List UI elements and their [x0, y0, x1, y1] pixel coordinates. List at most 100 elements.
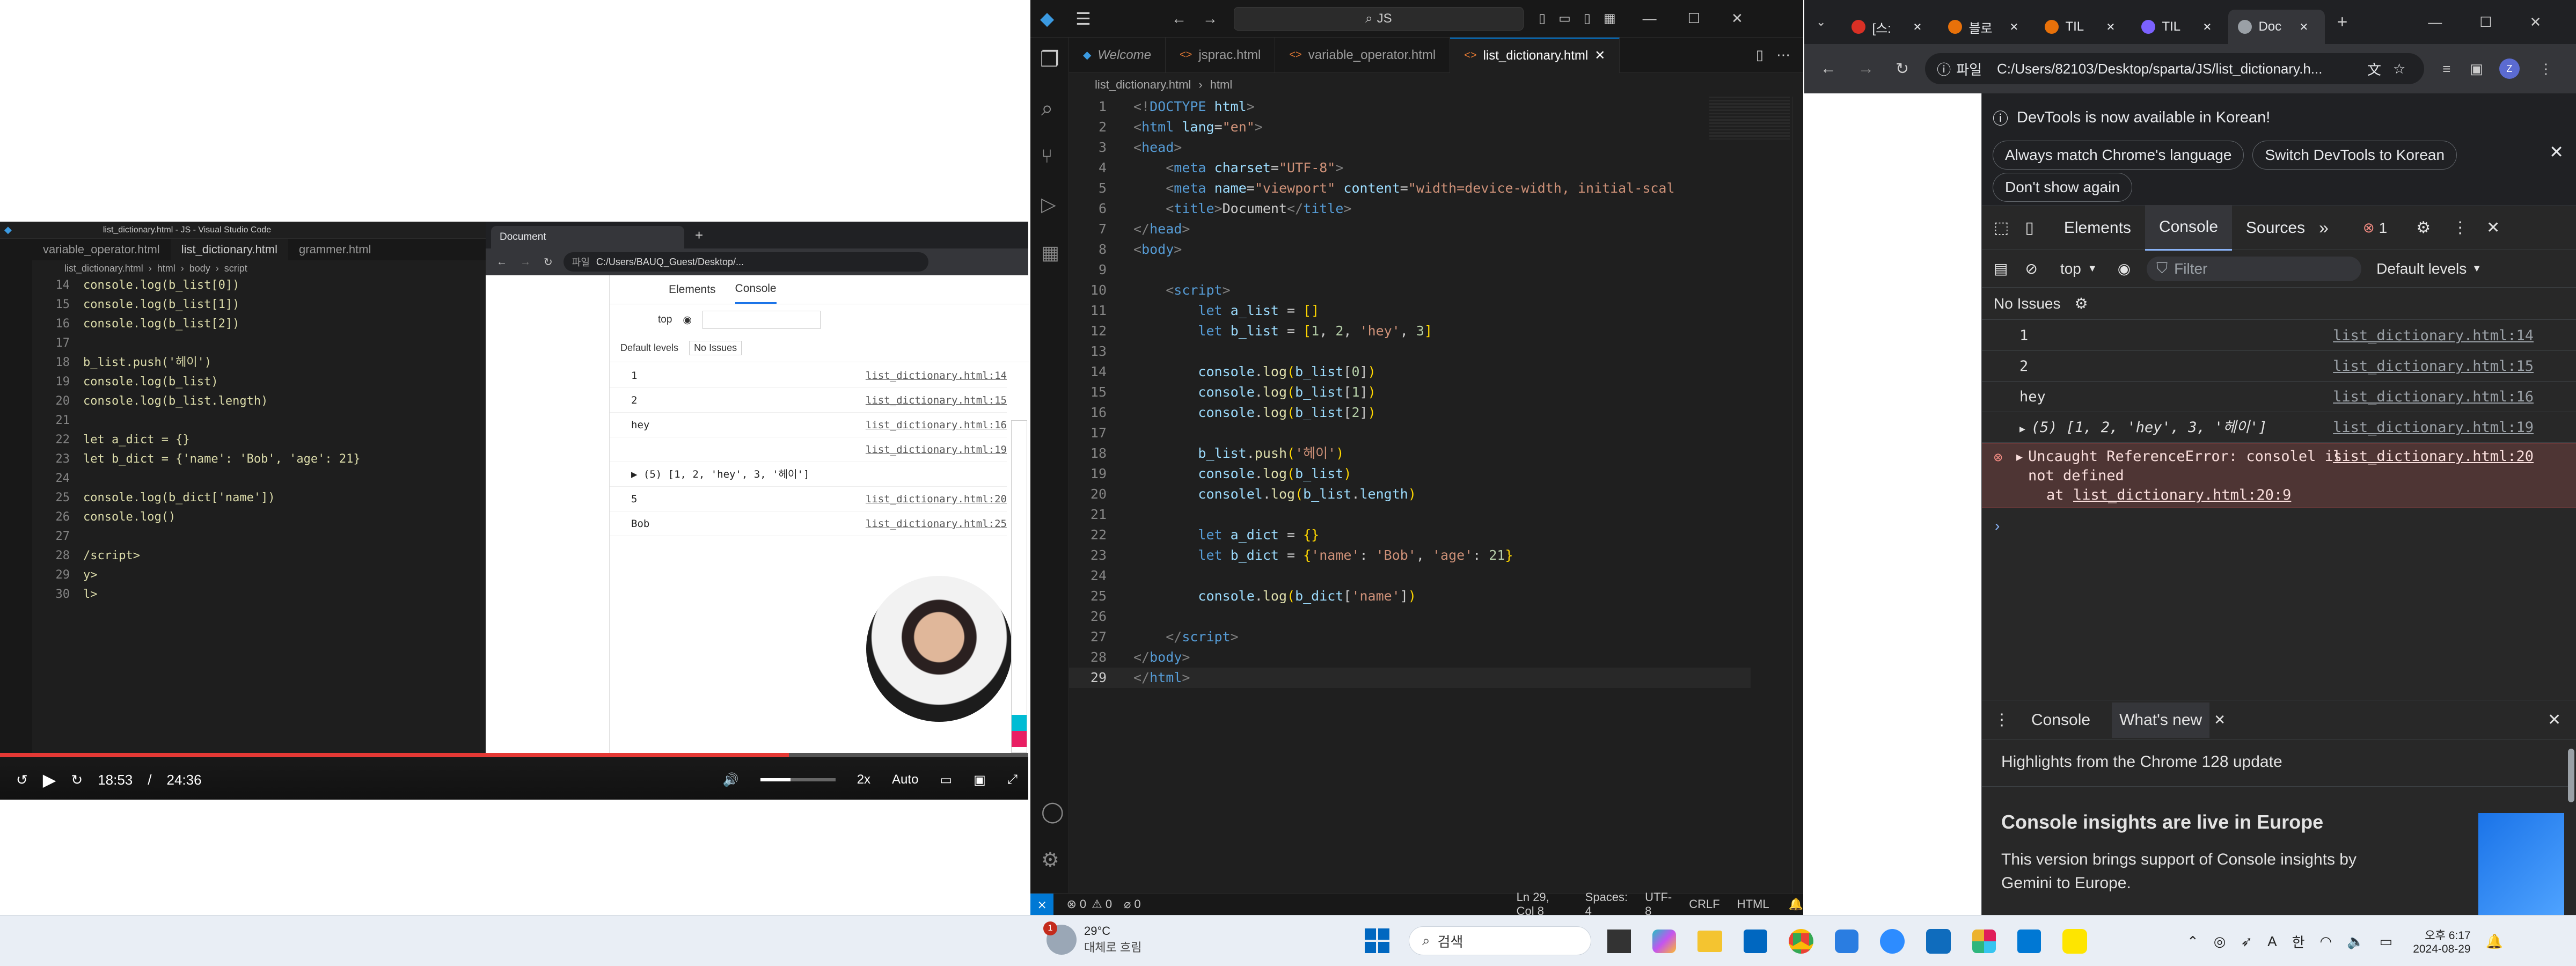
toggle-sidebar-icon[interactable]: ▯ [1539, 11, 1546, 26]
devtools-settings-icon[interactable]: ⚙ [2416, 218, 2431, 237]
file-explorer-icon[interactable] [1697, 931, 1722, 952]
console-source-link[interactable]: list_dictionary.html:16 [2333, 382, 2534, 412]
browser-tab[interactable]: TIL ✕ [2132, 10, 2228, 44]
video-code-editor[interactable]: 14 console.log(b_list[0]) 15 console.log(b_… [32, 275, 486, 737]
profile-avatar[interactable]: Z [2499, 58, 2520, 79]
console-prompt-icon[interactable]: › [1995, 517, 2000, 535]
close-tab-icon[interactable]: ✕ [2299, 20, 2308, 34]
vscode-code-editor[interactable]: 1 <!DOCTYPE html> 2 <html lang="en"> 3 <head>… [1069, 97, 1751, 688]
translate-icon[interactable]: 文 [2367, 59, 2381, 79]
error-stack-link[interactable]: list_dictionary.html:20:9 [2073, 487, 2291, 503]
console-source-link[interactable]: list_dictionary.html:25 [866, 511, 1007, 536]
language-mode[interactable]: HTML [1737, 897, 1769, 911]
encoding[interactable]: UTF-8 [1645, 890, 1672, 918]
subtitles-icon[interactable]: ▭ [940, 772, 952, 788]
volume-icon[interactable]: 🔊 [723, 772, 739, 788]
error-count-icon[interactable]: ⊗ [2363, 219, 2375, 236]
extensions-icon[interactable]: ▦ [1041, 241, 1059, 264]
zoom-icon[interactable] [1880, 929, 1905, 954]
slack-icon[interactable] [1972, 930, 1996, 953]
forward-icon[interactable]: → [520, 256, 531, 268]
devtools-tab-elements[interactable]: Elements [669, 283, 716, 296]
devtools-tab-console[interactable]: Console [735, 275, 777, 304]
close-tab-icon[interactable]: ✕ [1594, 48, 1605, 63]
tab-group-icon[interactable]: ▣ [2470, 61, 2483, 77]
annotation-toolbar[interactable] [1011, 420, 1027, 753]
browser-tab[interactable]: Doc ✕ [2228, 10, 2325, 44]
levels-select[interactable]: Default levels [620, 342, 678, 354]
browser-tab[interactable]: 블로 ✕ [1938, 10, 2035, 44]
kakaotalk-icon[interactable] [2062, 929, 2087, 954]
back-icon[interactable]: ← [1820, 60, 1836, 78]
notification-icon[interactable]: 🔔 [2486, 933, 2503, 950]
ports-count[interactable]: 0 [1134, 897, 1140, 911]
always-match-language-button[interactable]: Always match Chrome's language [1993, 141, 2244, 170]
video-tab[interactable]: variable_operator.html [32, 243, 171, 257]
browser-tab[interactable]: TIL ✕ [2035, 10, 2132, 44]
speaker-icon[interactable]: 🔈 [2347, 933, 2364, 950]
reload-icon[interactable]: ↻ [544, 255, 553, 269]
console-settings-icon[interactable]: ⚙ [2075, 295, 2088, 312]
account-icon[interactable]: ◯ [1041, 800, 1064, 824]
close-whats-new-icon[interactable]: ✕ [2214, 712, 2226, 728]
explorer-icon[interactable]: ❐ [1040, 47, 1059, 72]
drawer-menu-icon[interactable]: ⋮ [1994, 711, 2010, 729]
toggle-panel-icon[interactable]: ▭ [1558, 11, 1571, 26]
wifi-icon[interactable]: ◠ [2320, 933, 2332, 950]
console-source-link[interactable]: list_dictionary.html:20 [866, 487, 1007, 511]
speed-button[interactable]: 2x [857, 772, 870, 787]
expand-arrow-icon[interactable]: ▶ [2016, 450, 2023, 463]
devtools-tab-console[interactable]: Console [2145, 205, 2233, 251]
settings-gear-icon[interactable]: ⚙ [1041, 848, 1059, 872]
reload-icon[interactable]: ↻ [1896, 60, 1909, 78]
console-source-link[interactable]: list_dictionary.html:15 [866, 388, 1007, 413]
weather-widget[interactable]: 1 29°C 대체로 흐림 [1043, 921, 1141, 955]
console-source-link[interactable]: list_dictionary.html:14 [2333, 321, 2534, 351]
store-icon[interactable] [1744, 930, 1767, 953]
close-icon[interactable]: ✕ [2530, 14, 2542, 31]
close-tab-icon[interactable]: ✕ [2202, 20, 2212, 34]
expand-arrow-icon[interactable]: ▶ [2019, 423, 2031, 435]
fullscreen-icon[interactable]: ⤢ [1007, 772, 1018, 787]
new-tab-icon[interactable]: + [695, 227, 703, 244]
omnibox[interactable]: ⓘ 파일 C:/Users/82103/Desktop/sparta/JS/li… [1925, 53, 2425, 84]
filter-input[interactable] [702, 311, 821, 329]
notifications-bell-icon[interactable]: 🔔 [1789, 897, 1803, 911]
chrome-menu-icon[interactable]: ⋮ [2539, 61, 2553, 77]
crumb[interactable]: list_dictionary.html [64, 263, 143, 274]
minimize-icon[interactable]: — [2428, 14, 2442, 31]
tab-search-icon[interactable]: ⌄ [1816, 15, 1826, 29]
line-ending[interactable]: CRLF [1689, 897, 1719, 911]
battery-icon[interactable]: ▭ [2380, 933, 2393, 950]
breadcrumb-file[interactable]: list_dictionary.html [1095, 78, 1191, 92]
forward-icon[interactable]: → [1858, 60, 1874, 78]
start-button-icon[interactable] [1365, 928, 1389, 953]
console-source-link[interactable]: list_dictionary.html:19 [2333, 413, 2534, 443]
rewind-10-icon[interactable]: ↺ [16, 772, 28, 788]
devtools-tab-elements[interactable]: Elements [2050, 219, 2145, 237]
close-icon[interactable]: ✕ [1731, 10, 1743, 27]
devtools-close-icon[interactable]: ✕ [2486, 218, 2500, 237]
indentation[interactable]: Spaces: 4 [1585, 890, 1628, 918]
language-indicator[interactable]: 한 [2292, 932, 2305, 952]
outlook-icon[interactable] [1926, 929, 1951, 954]
layout-icon[interactable]: ▦ [1604, 11, 1616, 26]
drawer-tab-console[interactable]: Console [2031, 711, 2090, 729]
vscode-taskbar-icon[interactable] [2017, 930, 2041, 953]
app-icon-blue[interactable] [1835, 930, 1858, 953]
forward-10-icon[interactable]: ↻ [71, 772, 83, 788]
error-count[interactable]: 1 [2379, 219, 2388, 237]
devtools-menu-icon[interactable]: ⋮ [2452, 218, 2468, 237]
run-debug-icon[interactable]: ▷ [1041, 193, 1056, 216]
drawer-scrollbar[interactable] [2568, 749, 2574, 802]
infobar-close-icon[interactable]: ✕ [2549, 142, 2564, 162]
filter-input[interactable]: ⛉ Filter [2147, 256, 2362, 281]
levels-select[interactable]: Default levels [2376, 260, 2467, 277]
close-tab-icon[interactable]: ✕ [2106, 20, 2115, 34]
error-source-link[interactable]: list_dictionary.html:20 [2333, 448, 2534, 465]
tray-send-icon[interactable]: ➶ [2241, 933, 2252, 950]
ime-indicator[interactable]: A [2267, 933, 2277, 950]
volume-slider[interactable] [760, 778, 836, 781]
video-browser-tab[interactable]: Document [491, 226, 684, 248]
video-player[interactable]: ◆ list_dictionary.html - JS - Visual Stu… [0, 222, 1029, 800]
